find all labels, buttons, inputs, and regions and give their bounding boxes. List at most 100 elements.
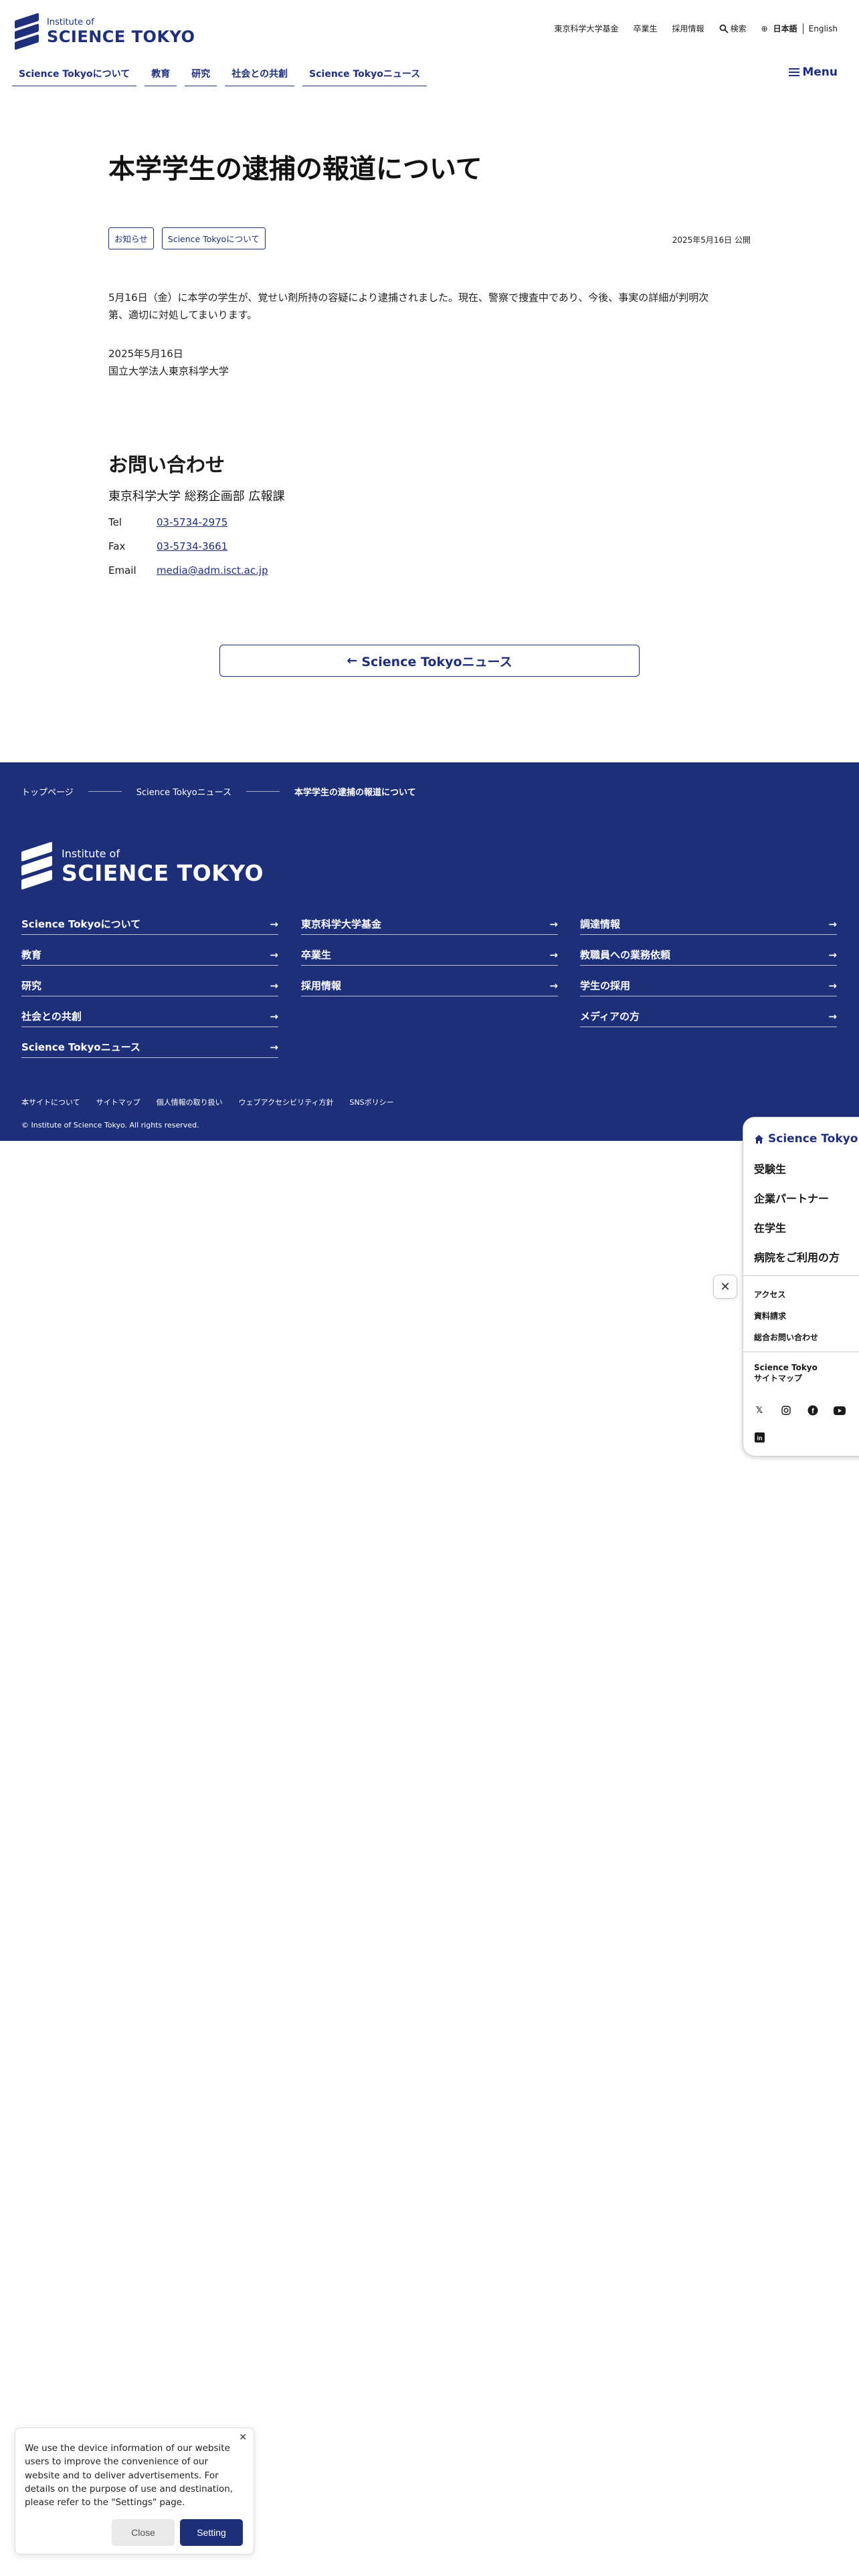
panel-item-access[interactable]: アクセス [754,1289,785,1300]
article-body: 5月16日（金）に本学の学生が、覚せい剤所持の容疑により逮捕されました。現在、警… [108,289,751,324]
cookie-consent-banner: ✕ We use the device information of our w… [15,2428,254,2555]
nav-item-research[interactable]: 研究 [185,64,217,86]
tag-list: お知らせ Science Tokyoについて [108,227,266,249]
arrow-right-icon: → [270,979,278,992]
fax-label: Fax [108,540,126,552]
email-link[interactable]: media@adm.isct.ac.jp [157,564,268,576]
published-date: 2025年5月16日 公開 [672,235,751,245]
tag-notice[interactable]: お知らせ [108,227,154,249]
footer-sub-link[interactable]: 本サイトについて [21,1097,80,1107]
menu-button[interactable]: Menu [789,66,838,79]
contact-tel-row: Tel 03-5734-2975 [108,516,227,528]
arrow-right-icon: → [270,1010,278,1023]
panel-home-link[interactable]: Science Tokyo [754,1132,858,1146]
logo-small-text: Institute of [47,17,94,27]
utility-nav: 東京科学大学基金 卒業生 採用情報 検索 ⊕ 日本語 English [555,23,838,34]
menu-label: Menu [802,66,838,79]
email-label: Email [108,564,136,576]
body-line: 5月16日（金）に本学の学生が、覚せい剤所持の容疑により逮捕されました。現在、警… [108,292,709,304]
lang-current[interactable]: 日本語 [773,23,797,34]
logo-mark-icon [21,841,52,890]
svg-text:f: f [812,1408,814,1416]
footer-link[interactable]: 採用情報 → [301,979,558,996]
logo-big-text: SCIENCE TOKYO [47,27,195,46]
footer-logo[interactable]: Institute of SCIENCE TOKYO [21,841,264,890]
lang-english[interactable]: English [809,24,838,33]
arrow-right-icon: → [828,948,837,961]
youtube-icon[interactable] [833,1404,846,1417]
panel-close-button[interactable]: ✕ [713,1275,737,1299]
footer-link[interactable]: 社会との共創 → [21,1010,278,1027]
panel-item-partners[interactable]: 企業パートナー [754,1190,829,1206]
breadcrumb-news[interactable]: Science Tokyoニュース [136,785,231,798]
arrow-right-icon: → [549,918,558,930]
facebook-icon[interactable]: f [806,1404,820,1417]
footer-sub-link[interactable]: SNSポリシー [349,1097,393,1107]
nav-item-news[interactable]: Science Tokyoニュース [302,64,427,86]
x-icon[interactable]: 𝕏 [753,1404,766,1417]
util-link-recruit[interactable]: 採用情報 [672,23,704,34]
fax-link[interactable]: 03-5734-3661 [157,540,227,552]
footer-link[interactable]: 調達情報 → [580,918,837,935]
search-button[interactable]: 検索 [719,23,747,34]
footer-link[interactable]: Science Tokyoニュース → [21,1041,278,1058]
footer-link[interactable]: 卒業生 → [301,948,558,966]
footer-link[interactable]: メディアの方 → [580,1010,837,1027]
site-footer: トップページ Science Tokyoニュース 本学学生の逮捕の報道について … [0,762,859,1141]
footer-link[interactable]: 東京科学大学基金 → [301,918,558,935]
hamburger-icon [789,68,800,76]
footer-link[interactable]: 研究 → [21,979,278,996]
footer-link[interactable]: 教職員への業務依頼 → [580,948,837,966]
signature-org: 国立大学法人東京科学大学 [108,365,229,378]
arrow-right-icon: → [549,979,558,992]
contact-fax-row: Fax 03-5734-3661 [108,540,227,552]
panel-sitemap-link[interactable]: Science Tokyo サイトマップ [754,1362,818,1384]
cookie-message: We use the device information of our web… [25,2443,233,2508]
footer-column-1: Science Tokyoについて → 教育 → 研究 → 社会との共創 → Scien… [21,918,278,1071]
article-signature: 2025年5月16日 国立大学法人東京科学大学 [108,345,229,381]
footer-link[interactable]: 学生の採用 → [580,979,837,996]
cookie-setting-button[interactable]: Setting [180,2519,243,2546]
panel-item-students[interactable]: 在学生 [754,1219,786,1235]
footer-sub-links: 本サイトについて サイトマップ 個人情報の取り扱い ウェブアクセシビリティ方針 … [21,1097,394,1107]
footer-link[interactable]: Science Tokyoについて → [21,918,278,935]
nav-item-cocreation[interactable]: 社会との共創 [225,64,295,86]
nav-item-about[interactable]: Science Tokyoについて [12,64,137,86]
arrow-right-icon: → [270,948,278,961]
linkedin-icon[interactable]: in [753,1430,766,1444]
site-logo[interactable]: Institute of SCIENCE TOKYO [15,13,195,50]
footer-column-2: 東京科学大学基金 → 卒業生 → 採用情報 → [301,918,558,1010]
footer-column-3: 調達情報 → 教職員への業務依頼 → 学生の採用 → メディアの方 → [580,918,837,1041]
panel-item-inquiry[interactable]: 総合お問い合わせ [754,1331,818,1343]
util-link-fund[interactable]: 東京科学大学基金 [555,23,619,34]
side-quick-panel: Science Tokyo 受験生 企業パートナー 在学生 病院をご利用の方 ア… [743,1117,859,1457]
cookie-close-button[interactable]: Close [112,2519,175,2546]
panel-item-hospital[interactable]: 病院をご利用の方 [754,1249,840,1265]
tag-about[interactable]: Science Tokyoについて [161,227,266,249]
util-link-alumni[interactable]: 卒業生 [634,23,658,34]
tel-link[interactable]: 03-5734-2975 [157,516,227,528]
back-button-label: Science Tokyoニュース [361,654,512,669]
footer-logo-big: SCIENCE TOKYO [62,859,264,886]
breadcrumb-divider [88,791,122,792]
breadcrumb-divider [246,791,280,792]
breadcrumb-current: 本学学生の逮捕の報道について [294,788,416,798]
footer-link[interactable]: 教育 → [21,948,278,966]
panel-item-applicants[interactable]: 受験生 [754,1160,786,1176]
arrow-left-icon: ← [347,653,358,668]
signature-date: 2025年5月16日 [108,348,183,360]
breadcrumb-home[interactable]: トップページ [21,785,74,798]
contact-department: 東京科学大学 総務企画部 広報課 [108,490,285,504]
panel-divider [743,1275,859,1276]
panel-item-brochure[interactable]: 資料請求 [754,1310,786,1321]
nav-item-education[interactable]: 教育 [145,64,177,86]
contact-email-row: Email media@adm.isct.ac.jp [108,564,268,576]
footer-sub-link[interactable]: ウェブアクセシビリティ方針 [239,1097,334,1107]
footer-sub-link[interactable]: 個人情報の取り扱い [157,1097,223,1107]
arrow-right-icon: → [828,979,837,992]
instagram-icon[interactable] [779,1404,793,1417]
close-icon: ✕ [720,1279,731,1294]
social-links-row-2: in [753,1430,766,1444]
back-to-news-button[interactable]: ← Science Tokyoニュース [219,645,640,677]
footer-sub-link[interactable]: サイトマップ [96,1097,140,1107]
